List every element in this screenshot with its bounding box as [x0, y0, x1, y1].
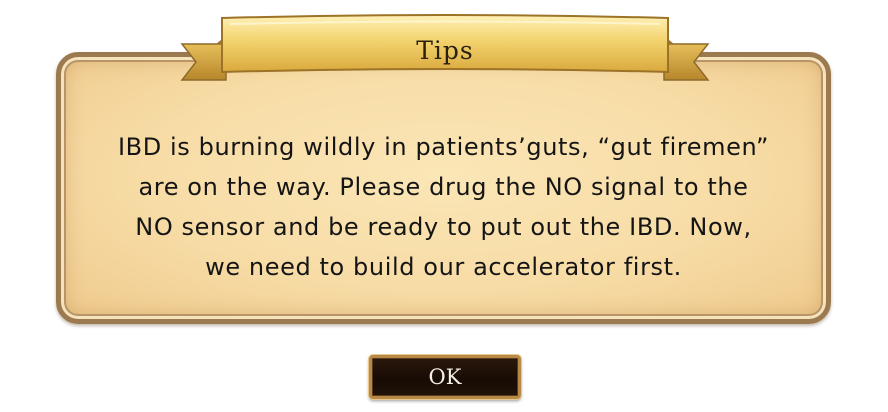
- message-line: are on the way. Please drug the NO signa…: [138, 173, 749, 201]
- dialog-title: Tips: [416, 36, 474, 65]
- dialog-message: IBD is burning wildly in patients’guts, …: [81, 127, 806, 287]
- message-line: we need to build our accelerator first.: [205, 253, 682, 281]
- tips-dialog: IBD is burning wildly in patients’guts, …: [0, 0, 888, 412]
- ok-button-label: OK: [428, 365, 462, 389]
- ok-button[interactable]: OK: [369, 355, 521, 399]
- title-ribbon: Tips: [180, 14, 710, 84]
- message-line: NO sensor and be ready to put out the IB…: [135, 213, 752, 241]
- dialog-panel: IBD is burning wildly in patients’guts, …: [56, 52, 831, 324]
- message-line: IBD is burning wildly in patients’guts, …: [117, 133, 770, 161]
